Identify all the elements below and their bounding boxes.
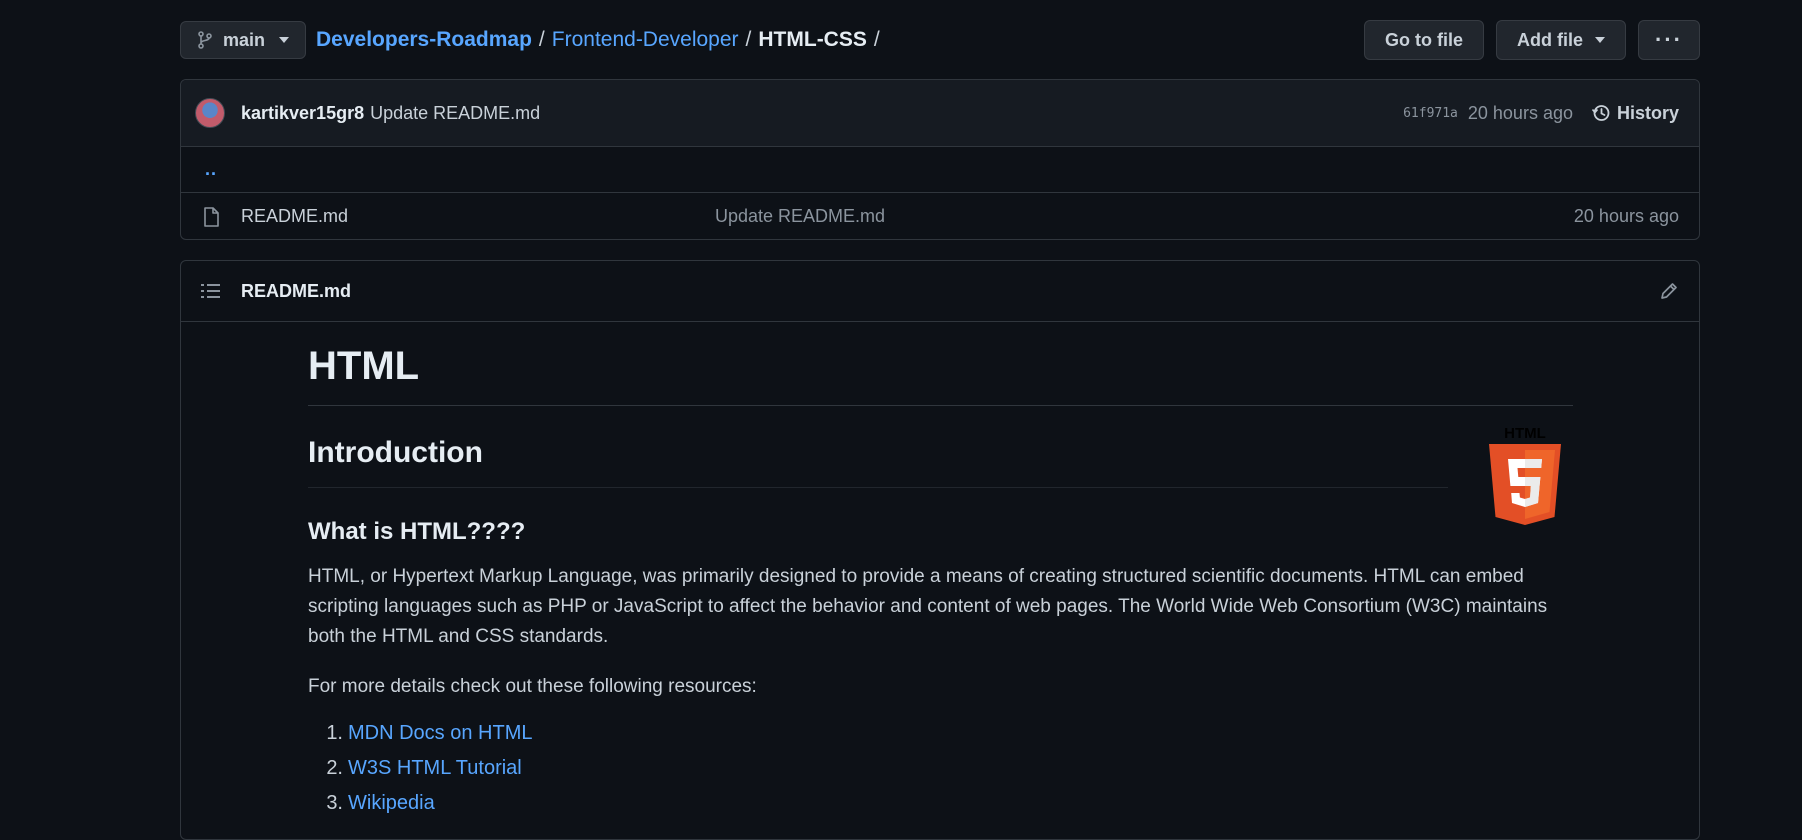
pencil-icon[interactable]: [1659, 281, 1679, 301]
top-actions: Go to file Add file ···: [1364, 20, 1700, 60]
commit-time: 20 hours ago: [1467, 102, 1573, 123]
more-options-button[interactable]: ···: [1638, 20, 1700, 60]
readme-filename: README.md: [241, 280, 352, 301]
commit-message-link[interactable]: Update README.md: [370, 103, 540, 124]
commit-author-link[interactable]: kartikver15gr8: [241, 103, 364, 124]
git-branch-icon: [197, 31, 213, 49]
readme-content: HTML Introduction HTML What is HTML???? …: [181, 322, 1699, 821]
breadcrumb-repo-link[interactable]: Developers-Roadmap: [316, 28, 532, 52]
breadcrumb-separator: /: [538, 28, 545, 51]
breadcrumb: Developers-Roadmap / Frontend-Developer …: [316, 28, 880, 52]
branch-name: main: [223, 29, 266, 50]
add-file-button[interactable]: Add file: [1496, 20, 1626, 60]
avatar[interactable]: [195, 98, 225, 128]
list-item: 1. MDN Docs on HTML: [308, 716, 1699, 751]
resources-list: 1. MDN Docs on HTML 2. W3S HTML Tutorial 3…: [308, 716, 1699, 821]
kebab-horizontal-icon: ···: [1655, 27, 1683, 52]
go-to-file-label: Go to file: [1385, 29, 1463, 50]
html5-logo-text: HTML: [1504, 425, 1546, 442]
parent-directory-link[interactable]: ..: [205, 159, 217, 180]
list-item: 3. Wikipedia: [308, 786, 1699, 821]
readme-header: README.md: [181, 261, 1699, 322]
latest-commit-row: kartikver15gr8 Update README.md 61f971a …: [181, 80, 1699, 147]
file-list-box: kartikver15gr8 Update README.md 61f971a …: [180, 79, 1700, 240]
repo-topbar: main Developers-Roadmap / Frontend-Devel…: [180, 20, 1700, 60]
breadcrumb-separator: /: [745, 28, 752, 51]
html5-logo: HTML: [1486, 424, 1564, 528]
list-item-number: 3.: [326, 792, 343, 814]
wikipedia-link[interactable]: Wikipedia: [348, 792, 435, 814]
branch-select-button[interactable]: main: [180, 21, 307, 59]
list-item: 2. W3S HTML Tutorial: [308, 751, 1699, 786]
file-commit-time: 20 hours ago: [1573, 206, 1679, 226]
list-unordered-icon[interactable]: [201, 282, 221, 300]
history-label: History: [1616, 102, 1679, 123]
breadcrumb-current-folder: HTML-CSS: [758, 28, 867, 51]
add-file-label: Add file: [1517, 29, 1583, 50]
readme-box: README.md HTML Introduction HTML What is…: [180, 260, 1700, 840]
file-name-link[interactable]: README.md: [241, 206, 715, 227]
chevron-down-icon: [1595, 37, 1605, 43]
breadcrumb-separator: /: [873, 28, 880, 51]
commit-sha-link[interactable]: 61f971a: [1403, 106, 1458, 121]
readme-h1: HTML: [308, 322, 1573, 406]
mdn-docs-link[interactable]: MDN Docs on HTML: [348, 722, 532, 744]
history-link[interactable]: History: [1591, 103, 1679, 124]
file-icon: [203, 206, 219, 227]
go-to-file-button[interactable]: Go to file: [1364, 20, 1484, 60]
readme-paragraph-intro: HTML, or Hypertext Markup Language, was …: [308, 566, 1548, 647]
list-item-number: 2.: [326, 757, 343, 779]
list-item-number: 1.: [326, 722, 343, 744]
chevron-down-icon: [279, 37, 290, 43]
parent-directory-row[interactable]: ..: [181, 147, 1699, 193]
commit-meta: 61f971a 20 hours ago History: [1403, 103, 1679, 124]
history-icon: [1591, 103, 1611, 123]
readme-paragraph-resources: For more details check out these followi…: [308, 676, 757, 697]
file-row[interactable]: README.md Update README.md 20 hours ago: [181, 193, 1699, 239]
breadcrumb-folder-link[interactable]: Frontend-Developer: [552, 28, 739, 52]
file-commit-message-link[interactable]: Update README.md: [715, 206, 885, 227]
w3s-tutorial-link[interactable]: W3S HTML Tutorial: [348, 757, 522, 779]
readme-h2-introduction: Introduction: [308, 406, 1448, 488]
